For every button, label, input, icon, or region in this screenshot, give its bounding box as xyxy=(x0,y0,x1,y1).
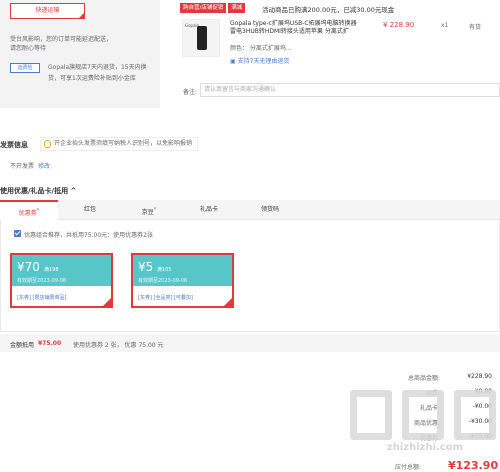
selected-corner-icon xyxy=(79,13,84,18)
payable-label: 应付总额: xyxy=(395,464,422,471)
tab-mark: * xyxy=(153,207,157,213)
return-insurance-badge: 运费险 xyxy=(10,63,40,73)
discount-total-detail: 使用优惠券 2 张， 优惠 75.00 元 xyxy=(73,342,164,349)
coupon-condition: 满105 xyxy=(157,267,172,273)
summary-key: 总商品金额: xyxy=(407,375,440,382)
hub-device-icon xyxy=(197,26,207,50)
coupon-section-title[interactable]: 使用优惠/礼品卡/抵用 ^ xyxy=(0,186,76,196)
summary-value: ¥228.90 xyxy=(467,373,492,380)
coupon-amount: ¥70 xyxy=(17,260,40,274)
coupon-condition: 满198 xyxy=(44,267,59,273)
tab-coupon[interactable]: 优惠券* xyxy=(0,200,58,220)
return-service-text: 支持7天无理由退货 xyxy=(237,58,290,65)
remark-label: 备注: xyxy=(183,89,198,96)
promo-text: 活动商品已购满200.00元，已减30.00元现金 xyxy=(262,6,395,14)
tab-mark: * xyxy=(36,208,40,214)
coupon-date: 有效期至2023-09-08 xyxy=(17,278,67,284)
selected-check-icon xyxy=(224,298,232,306)
coupon-date: 有效期至2023-09-06 xyxy=(138,278,188,284)
discount-tag: 满减 xyxy=(228,3,246,13)
return-insurance-text: Gopala旗舰店7天内退货，15天内换货，可享1次运费险补贴到小金库 xyxy=(48,64,147,82)
coupon-card[interactable]: ¥5 满105 有效期至2023-09-06 [东券] [全品类] [可叠加] xyxy=(131,253,234,308)
invoice-value: 不开发票 xyxy=(10,163,35,170)
lightbulb-icon xyxy=(44,140,51,148)
site-watermark: zhizhizhi.com xyxy=(350,390,500,460)
invoice-title: 发票信息 xyxy=(0,141,28,149)
promo-tags: 跨自营/店铺促销 满减 xyxy=(180,3,246,13)
shipping-note-line2: 请您耐心等待 xyxy=(10,45,47,52)
watermark-glyph-icon xyxy=(454,390,496,440)
product-color: 颜色： 分离式扩展坞... xyxy=(230,45,292,52)
discount-total-amount: ¥75.00 xyxy=(38,340,62,347)
tab-label: 优惠券 xyxy=(18,210,37,217)
coupon-tags: [东券] [限店铺限商品] xyxy=(17,295,67,301)
invoice-tip: 开企业抬头发票须填写纳税人识别号，以免影响报销 xyxy=(40,137,199,151)
shield-icon: ▣ xyxy=(230,58,238,65)
return-service-link[interactable]: ▣ 支持7天无理由退货 xyxy=(230,56,289,65)
coupon-card[interactable]: ¥70 满198 有效期至2023-09-08 [东券] [限店铺限商品] xyxy=(10,253,113,308)
coupon-tags: [东券] [全品类] [可叠加] xyxy=(138,295,193,301)
product-thumbnail[interactable]: Gopala xyxy=(182,19,220,57)
watermark-glyph-icon xyxy=(350,390,392,440)
invoice-tip-text: 开企业抬头发票须填写纳税人识别号，以免影响报销 xyxy=(54,140,193,147)
remark-input[interactable]: 请认真留言与商家沟通确认 xyxy=(200,83,500,97)
recommend-text: 优惠组合推荐，共抵用75.00元：使用优惠券2张 xyxy=(24,232,153,239)
watermark-url: zhizhizhi.com xyxy=(386,442,464,453)
tab-label: 京豆 xyxy=(141,209,154,216)
summary-row: 总商品金额: ¥228.90 xyxy=(360,373,500,383)
coupon-amount: ¥5 xyxy=(138,260,154,274)
invoice-edit-link[interactable]: 修改 xyxy=(38,161,50,170)
product-quantity: x1 xyxy=(441,22,449,29)
shipping-note-line1: 受台风影响，您的订单可能延迟配送， xyxy=(10,36,113,43)
tab-red-packet[interactable]: 红包 xyxy=(58,200,122,220)
coupon-face: ¥5 满105 有效期至2023-09-06 xyxy=(133,255,232,286)
product-title-link[interactable]: Gopala type-c扩展坞USB-C拓展坞电脑转换器雷电3HUB转HDMI… xyxy=(230,20,360,36)
coupon-face: ¥70 满198 有效期至2023-09-08 xyxy=(12,255,111,286)
tab-gift-card[interactable]: 礼品卡 xyxy=(176,200,242,220)
product-price: ¥ 228.90 xyxy=(383,21,415,29)
tab-jingdou[interactable]: 京豆* xyxy=(122,200,176,220)
tab-claim-code[interactable]: 领货码 xyxy=(242,200,298,220)
tab-label: 红包 xyxy=(83,206,96,213)
shipping-method-label: 快递运输 xyxy=(35,7,60,14)
discount-total-label: 金额抵用 xyxy=(10,342,35,349)
payable-amount: ¥123.90 xyxy=(448,459,499,472)
watermark-glyph-icon xyxy=(402,390,444,440)
shipping-method-button[interactable]: 快递运输 xyxy=(10,3,85,19)
shop-promo-tag: 跨自营/店铺促销 xyxy=(180,3,227,13)
tab-label: 领货码 xyxy=(260,206,279,213)
recommend-checkbox[interactable] xyxy=(14,230,21,237)
stock-status: 有货 xyxy=(469,24,482,31)
tab-label: 礼品卡 xyxy=(199,206,218,213)
selected-check-icon xyxy=(103,298,111,306)
